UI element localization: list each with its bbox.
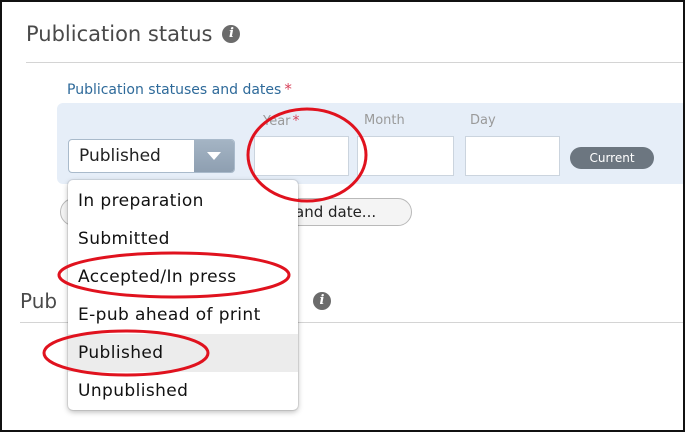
year-column-label: Year *: [263, 113, 300, 129]
info-icon[interactable]: i: [313, 292, 331, 310]
year-label-text: Year: [263, 114, 291, 129]
info-icon[interactable]: i: [222, 25, 241, 43]
month-column-label: Month: [364, 113, 405, 128]
status-option-published[interactable]: Published: [68, 334, 298, 372]
day-input[interactable]: [465, 136, 560, 176]
add-status-button-label: and date...: [295, 203, 377, 221]
section-title: Publication status i: [26, 22, 241, 46]
status-dropdown-menu: In preparation Submitted Accepted/In pre…: [68, 180, 298, 410]
section-divider: [26, 62, 683, 63]
day-column-label: Day: [470, 113, 496, 128]
status-option-accepted-in-press[interactable]: Accepted/In press: [68, 258, 298, 296]
chevron-down-icon[interactable]: [194, 140, 234, 172]
status-select[interactable]: Published: [68, 139, 235, 173]
current-button[interactable]: Current: [570, 147, 654, 169]
section-title-text: Publication status: [26, 22, 213, 46]
status-option-submitted[interactable]: Submitted: [68, 220, 298, 258]
required-asterisk: *: [284, 80, 292, 98]
status-option-in-preparation[interactable]: In preparation: [68, 182, 298, 220]
year-input[interactable]: [254, 136, 349, 176]
second-section-title: Pub: [20, 289, 58, 313]
status-option-epub-ahead-of-print[interactable]: E-pub ahead of print: [68, 296, 298, 334]
year-required-asterisk: *: [292, 113, 300, 129]
statuses-dates-label: Publication statuses and dates *: [67, 80, 292, 98]
status-select-value: Published: [79, 146, 161, 166]
month-input[interactable]: [357, 136, 454, 176]
publication-status-panel: Publication status i Publication statuse…: [0, 0, 685, 432]
status-option-unpublished[interactable]: Unpublished: [68, 372, 298, 410]
statuses-dates-label-text: Publication statuses and dates: [67, 82, 282, 98]
